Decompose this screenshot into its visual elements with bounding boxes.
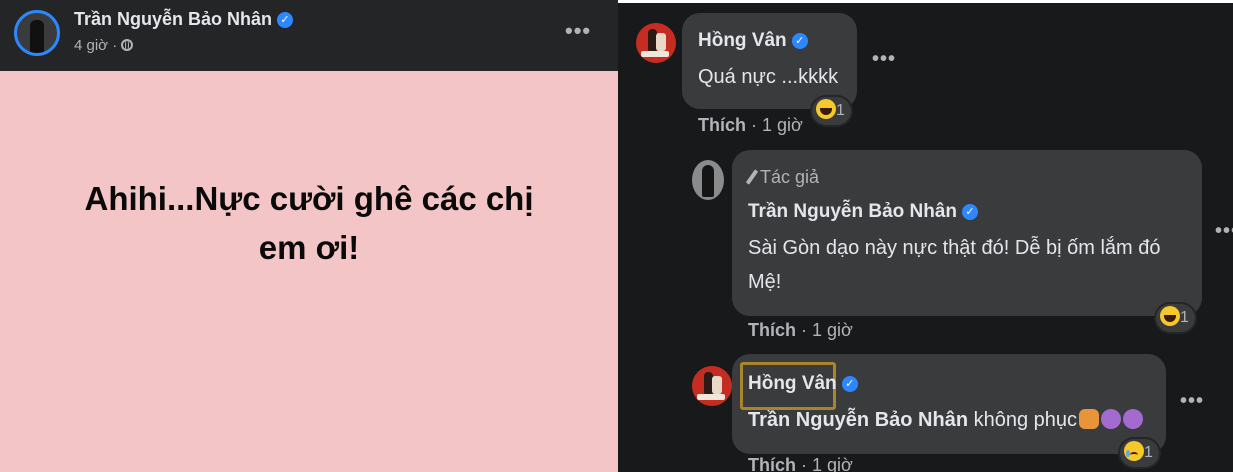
like-link[interactable]: Thích bbox=[748, 455, 796, 472]
post-more-button[interactable]: ••• bbox=[565, 18, 591, 44]
post-author-name[interactable]: Trần Nguyễn Bảo Nhân bbox=[74, 9, 272, 29]
reaction-count[interactable]: 1 bbox=[812, 97, 851, 125]
comment-text: Quá nực ...kkkk bbox=[698, 66, 839, 88]
author-avatar[interactable] bbox=[14, 10, 60, 56]
post-text-line-1: Ahihi...Nực cười ghê các chị bbox=[84, 180, 534, 217]
post-time[interactable]: 4 giờ · bbox=[74, 37, 117, 54]
pencil-icon bbox=[745, 169, 759, 185]
verified-badge-icon: ✓ bbox=[962, 204, 979, 220]
comment-body: không phục bbox=[973, 409, 1078, 431]
comment-text: Trần Nguyễn Bảo Nhân không phục bbox=[748, 403, 1144, 437]
reaction-count[interactable]: 1 bbox=[1120, 439, 1159, 467]
verified-badge-icon: ✓ bbox=[791, 33, 808, 49]
comment-time[interactable]: · 1 giờ bbox=[801, 320, 853, 340]
comment-time[interactable]: · 1 giờ bbox=[801, 455, 853, 472]
like-link[interactable]: Thích bbox=[698, 115, 746, 135]
verified-badge-icon: ✓ bbox=[841, 376, 858, 392]
verified-badge-icon: ✓ bbox=[277, 12, 294, 28]
top-edge bbox=[618, 0, 1233, 3]
emoji-icon bbox=[1101, 409, 1122, 429]
comment-author[interactable]: Hồng Vân ✓ bbox=[748, 373, 858, 395]
emoji-icon bbox=[1079, 409, 1100, 429]
comment-author-name[interactable]: Hồng Vân bbox=[698, 30, 787, 51]
mention-link[interactable]: Trần Nguyễn Bảo Nhân bbox=[748, 409, 968, 431]
commenter-avatar[interactable] bbox=[636, 23, 676, 63]
comment-more-button[interactable]: ••• bbox=[1180, 390, 1204, 413]
reaction-count[interactable]: 1 bbox=[1156, 304, 1195, 332]
post-text: Ahihi...Nực cười ghê các chị em ơi! bbox=[30, 174, 588, 272]
commenter-avatar[interactable] bbox=[692, 366, 732, 406]
post-author[interactable]: Trần Nguyễn Bảo Nhân ✓ bbox=[74, 9, 294, 30]
comment-author[interactable]: Hồng Vân ✓ bbox=[698, 30, 808, 52]
comment-text-line-2: Mệ! bbox=[748, 271, 782, 293]
post-text-line-2: em ơi! bbox=[258, 229, 360, 266]
comment-author-name[interactable]: Trần Nguyễn Bảo Nhân bbox=[748, 201, 957, 222]
post-meta: 4 giờ · bbox=[74, 37, 134, 54]
comment-actions: Thích · 1 giờ bbox=[698, 115, 803, 136]
comment-text: Sài Gòn dạo này nực thật đó! Dễ bị ốm lắ… bbox=[748, 231, 1161, 299]
comment-more-button[interactable]: ••• bbox=[872, 48, 896, 71]
comment-text-line-1: Sài Gòn dạo này nực thật đó! Dễ bị ốm lắ… bbox=[748, 237, 1161, 259]
comment-actions: Thích · 1 giờ bbox=[748, 455, 853, 472]
sad-icon bbox=[1124, 441, 1144, 461]
like-link[interactable]: Thích bbox=[748, 320, 796, 340]
reply-author-avatar[interactable] bbox=[692, 160, 724, 200]
comment-time[interactable]: · 1 giờ bbox=[751, 115, 803, 135]
author-tag: Tác giả bbox=[745, 167, 820, 188]
comment-actions: Thích · 1 giờ bbox=[748, 320, 853, 341]
author-tag-label: Tác giả bbox=[760, 167, 820, 187]
post-panel: Trần Nguyễn Bảo Nhân ✓ 4 giờ · ••• Ahihi.… bbox=[0, 0, 618, 472]
haha-icon bbox=[1160, 306, 1180, 326]
emoji-icon bbox=[1123, 409, 1144, 429]
post-header: Trần Nguyễn Bảo Nhân ✓ 4 giờ · ••• bbox=[0, 0, 618, 71]
haha-icon bbox=[816, 99, 836, 119]
globe-icon bbox=[121, 39, 134, 51]
comment-author-name[interactable]: Hồng Vân bbox=[748, 373, 837, 394]
comment-more-button[interactable]: ••• bbox=[1215, 220, 1233, 243]
comment-author[interactable]: Trần Nguyễn Bảo Nhân ✓ bbox=[748, 201, 979, 223]
comments-panel: Hồng Vân ✓ Quá nực ...kkkk ••• 1 Thích · … bbox=[618, 0, 1233, 472]
